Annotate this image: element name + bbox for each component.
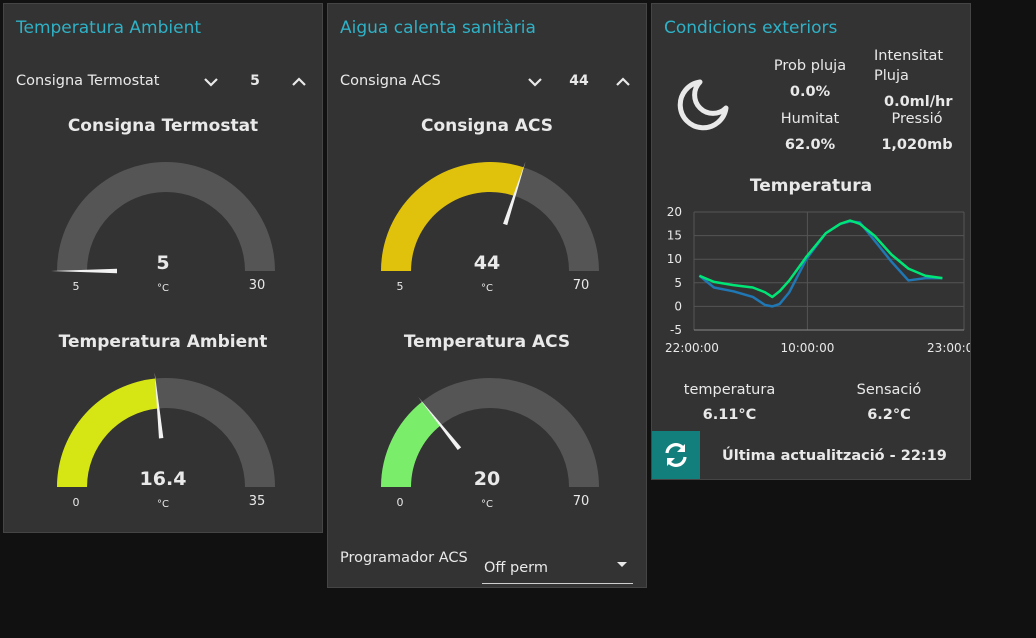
refresh-icon [665, 443, 687, 467]
pressio-value: 1,020mb [881, 137, 953, 153]
temperatura-value: 6.11°C [702, 407, 757, 423]
gauge-min: 5 [396, 280, 404, 293]
chevron-up-icon[interactable] [288, 71, 310, 93]
programmer-label: Programador ACS [340, 550, 468, 566]
gauge-unit: °C [157, 283, 169, 294]
prob-pluja: Prob pluja 0.0% [760, 56, 860, 102]
gauge-arc [381, 161, 599, 271]
temperatura-label: temperatura [683, 382, 776, 398]
card-title: Condicions exteriors [664, 18, 838, 38]
intensitat-pluja: Intensitat Pluja 0.0ml/hr [874, 46, 964, 112]
gauge-arc [381, 378, 599, 487]
last-update: Última actualització - 22:19 [722, 448, 947, 464]
gauge-max: 30 [248, 278, 266, 293]
gauge-min: 0 [72, 496, 80, 509]
gauge-unit: °C [481, 499, 493, 510]
setpoint-label: Consigna ACS [340, 73, 441, 89]
setpoint-label: Consigna Termostat [16, 73, 160, 89]
gauge-unit: °C [481, 283, 493, 294]
prob-pluja-label: Prob pluja [773, 58, 847, 74]
y-tick-label: 0 [674, 299, 682, 313]
x-tick-label: 23:00:00 [927, 341, 970, 355]
gauge-value: 16.4 [139, 468, 187, 490]
gauge-min: 0 [396, 496, 404, 509]
sensacio-value: 6.2°C [867, 407, 911, 423]
chevron-down-icon[interactable] [200, 71, 222, 93]
card-condicions-exteriors: Condicions exteriors Prob pluja 0.0% Int… [651, 3, 971, 480]
chevron-down-icon[interactable] [524, 71, 546, 93]
x-tick-label: 22:00:00 [665, 341, 719, 355]
gauge-value: 20 [473, 468, 501, 490]
y-tick-label: 5 [674, 276, 682, 290]
setpoint-value: 5 [250, 73, 260, 89]
sensacio: Sensació 6.2°C [834, 380, 944, 425]
caret-down-icon [617, 562, 627, 567]
programmer-value: Off perm [484, 560, 548, 576]
y-tick-label: 15 [667, 229, 682, 243]
gauge-unit: °C [157, 499, 169, 510]
setpoint-acs-control: Consigna ACS 44 [340, 68, 634, 96]
refresh-button[interactable] [652, 431, 700, 479]
card-title: Aigua calenta sanitària [340, 18, 536, 38]
gauge-value: 5 [156, 252, 170, 274]
humitat-value: 62.0% [784, 137, 836, 153]
gauge-max: 70 [572, 278, 590, 293]
moon-icon [677, 79, 729, 131]
gauge-temperatura-ambient: Temperatura Ambient 16.4 °C 0 35 [4, 332, 322, 522]
card-title: Temperatura Ambient [16, 18, 202, 38]
programmer-dropdown[interactable]: Off perm [482, 550, 633, 584]
sensacio-label: Sensació [856, 382, 922, 398]
setpoint-value: 44 [569, 73, 589, 89]
gauge-max: 35 [248, 494, 266, 509]
series-line [698, 220, 943, 308]
gauge-max: 70 [572, 494, 590, 509]
setpoint-thermostat-control: Consigna Termostat 5 [16, 68, 310, 96]
chart-title: Temperatura [749, 176, 873, 196]
x-tick-label: 10:00:00 [780, 341, 834, 355]
numeric-stepper: 5 [200, 68, 310, 96]
gauge-value: 44 [473, 252, 501, 274]
numeric-stepper: 44 [524, 68, 634, 96]
gauge-consigna-termostat: Consigna Termostat 5 °C 5 30 [4, 116, 322, 306]
y-tick-label: 10 [667, 252, 682, 266]
gauge-temperatura-acs: Temperatura ACS 20 °C 0 70 [328, 332, 646, 522]
gauge-arc [51, 162, 275, 274]
pressio: Pressió 1,020mb [872, 109, 962, 155]
humitat: Humitat 62.0% [760, 109, 860, 155]
gauge-min: 5 [72, 280, 80, 293]
y-tick-label: 20 [667, 205, 682, 219]
humitat-label: Humitat [780, 111, 840, 127]
card-aigua-calenta: Aigua calenta sanitària Consigna ACS 44 … [327, 3, 647, 588]
temperatura-exterior: temperatura 6.11°C [672, 380, 787, 425]
gauge-arc [57, 372, 275, 487]
chevron-up-icon[interactable] [612, 71, 634, 93]
intensitat-label: Intensitat Pluja [874, 48, 944, 84]
y-tick-label: -5 [670, 323, 682, 337]
gauge-consigna-acs: Consigna ACS 44 °C 5 70 [328, 116, 646, 306]
pressio-label: Pressió [891, 111, 943, 127]
prob-pluja-value: 0.0% [789, 84, 831, 100]
card-temperatura-ambient: Temperatura Ambient Consigna Termostat 5… [3, 3, 323, 533]
temperature-chart: 20 15 10 5 0 -5 22:00:00 10:00:00 23:00:00 [665, 205, 970, 355]
